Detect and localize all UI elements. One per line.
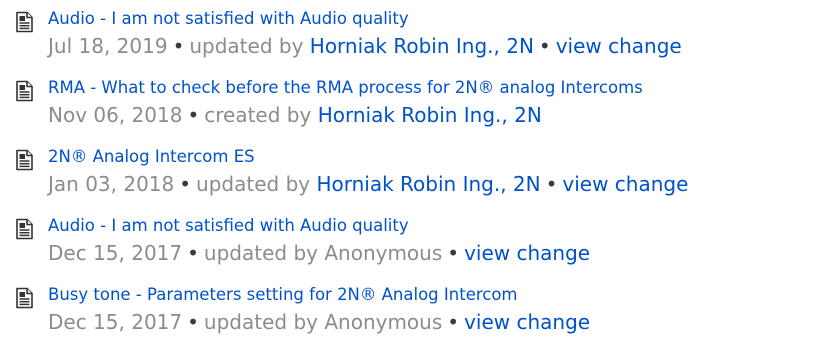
history-action: updated by <box>196 172 311 196</box>
separator-bullet: • <box>187 310 199 334</box>
history-list-item: 2N® Analog Intercom ES Jan 03, 2018 • upda… <box>0 146 824 215</box>
history-date: Dec 15, 2017 <box>48 310 183 334</box>
history-list-item: Busy tone - Parameters setting for 2N® A… <box>0 284 824 353</box>
author-link[interactable]: Horniak Robin Ing., 2N <box>318 103 542 127</box>
separator-bullet: • <box>187 103 200 127</box>
page-icon <box>16 287 33 309</box>
history-list-item: RMA - What to check before the RMA proce… <box>0 77 824 146</box>
history-action: updated by <box>203 241 318 265</box>
page-title-link[interactable]: 2N® Analog Intercom ES <box>48 146 824 168</box>
separator-bullet: • <box>179 172 192 196</box>
history-meta: Dec 15, 2017 • updated by Anonymous • view c… <box>48 239 824 267</box>
history-date: Dec 15, 2017 <box>48 241 183 265</box>
page-title-link[interactable]: Audio - I am not satisfied with Audio qu… <box>48 215 824 237</box>
separator-bullet: • <box>172 34 185 58</box>
author-link[interactable]: Horniak Robin Ing., 2N <box>310 34 534 58</box>
history-date: Nov 06, 2018 <box>48 103 183 127</box>
page-icon <box>16 11 33 33</box>
history-list-item: Audio - I am not satisfied with Audio qu… <box>0 8 824 77</box>
view-change-link[interactable]: view change <box>464 310 590 334</box>
history-action: created by <box>204 103 312 127</box>
author-link[interactable]: Horniak Robin Ing., 2N <box>316 172 540 196</box>
separator-bullet: • <box>538 34 551 58</box>
separator-bullet: • <box>447 241 460 265</box>
history-action: updated by <box>189 34 304 58</box>
view-change-link[interactable]: view change <box>464 241 590 265</box>
page-title-link[interactable]: RMA - What to check before the RMA proce… <box>48 77 824 99</box>
history-list-item: Audio - I am not satisfied with Audio qu… <box>0 215 824 284</box>
page-title-link[interactable]: Busy tone - Parameters setting for 2N® A… <box>48 284 824 306</box>
history-meta: Dec 15, 2017 • updated by Anonymous • view c… <box>48 308 824 336</box>
page-history-list: Audio - I am not satisfied with Audio qu… <box>0 0 824 353</box>
page-icon <box>16 80 33 102</box>
author-name: Anonymous <box>324 241 443 265</box>
history-meta: Jul 18, 2019 • updated by Horniak Robin In… <box>48 32 824 60</box>
history-action: updated by <box>203 310 318 334</box>
page-icon <box>16 149 33 171</box>
page-title-link[interactable]: Audio - I am not satisfied with Audio qu… <box>48 8 824 30</box>
history-date: Jan 03, 2018 <box>48 172 175 196</box>
history-meta: Nov 06, 2018 • created by Horniak Robin In… <box>48 101 824 129</box>
view-change-link[interactable]: view change <box>562 172 688 196</box>
separator-bullet: • <box>447 310 460 334</box>
view-change-link[interactable]: view change <box>556 34 682 58</box>
history-date: Jul 18, 2019 <box>48 34 168 58</box>
page-icon <box>16 218 33 240</box>
author-name: Anonymous <box>324 310 443 334</box>
separator-bullet: • <box>187 241 199 265</box>
history-meta: Jan 03, 2018 • updated by Horniak Robin In… <box>48 170 824 198</box>
separator-bullet: • <box>545 172 558 196</box>
